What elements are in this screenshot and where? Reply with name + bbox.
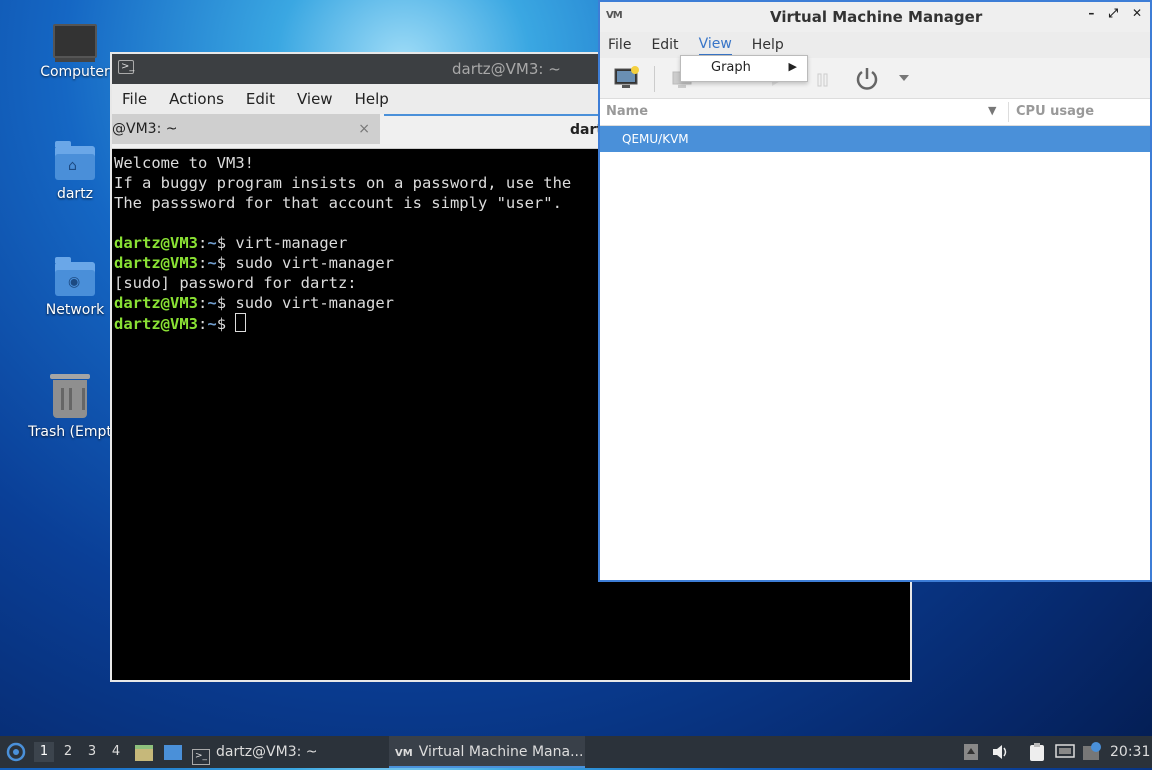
- pause-icon[interactable]: [816, 72, 830, 88]
- prompt-dir: ~: [207, 254, 217, 272]
- tray-expand-up-icon[interactable]: [963, 743, 979, 761]
- workspace-3[interactable]: 3: [82, 742, 102, 762]
- view-menu-dropdown: Graph ▶: [680, 55, 808, 82]
- file-manager-launcher-icon[interactable]: [134, 743, 154, 763]
- vmm-menu-view[interactable]: View: [698, 34, 732, 56]
- vmm-title: Virtual Machine Manager: [770, 8, 983, 26]
- prompt-dir: ~: [207, 315, 217, 333]
- window-controls: – ⤢ ✕: [1088, 6, 1142, 21]
- task-virt-manager[interactable]: VM Virtual Machine Mana...: [389, 736, 585, 768]
- desktop-icon-label: dartz: [56, 186, 94, 202]
- prompt-sep: :: [198, 234, 208, 252]
- menu-actions[interactable]: Actions: [169, 90, 224, 108]
- clipboard-icon[interactable]: [1028, 742, 1046, 762]
- workspace-1[interactable]: 1: [34, 742, 54, 762]
- task-terminal[interactable]: >_ dartz@VM3: ~: [192, 736, 382, 768]
- sort-chevron-down-icon[interactable]: ▼: [988, 104, 996, 117]
- desktop-icon-label: Computer: [40, 64, 110, 80]
- notification-icon[interactable]: [1082, 742, 1102, 762]
- prompt-user: dartz@VM3: [114, 234, 198, 252]
- prompt-user: dartz@VM3: [114, 254, 198, 272]
- command-text: sudo virt-manager: [235, 254, 394, 272]
- prompt-end: $: [216, 315, 236, 333]
- terminal-title: dartz@VM3: ~: [452, 60, 561, 78]
- command-text: virt-manager: [235, 234, 348, 252]
- vmm-logo-icon: VM: [606, 10, 623, 21]
- task-label: dartz@VM3: ~: [216, 744, 318, 760]
- clock[interactable]: 20:31: [1110, 736, 1150, 768]
- column-cpu-header[interactable]: CPU usage: [1016, 104, 1094, 119]
- prompt-sep: :: [198, 315, 208, 333]
- volume-icon[interactable]: [992, 744, 1010, 760]
- prompt-end: $: [216, 234, 236, 252]
- vmm-titlebar[interactable]: VM Virtual Machine Manager – ⤢ ✕: [600, 2, 1150, 32]
- desktop-icon-label: Trash (Empt: [28, 424, 112, 440]
- menu-edit[interactable]: Edit: [246, 90, 275, 108]
- column-divider: [1008, 102, 1009, 122]
- desktop-icon-label: Network: [45, 302, 105, 318]
- desktop-icon-trash[interactable]: Trash (Empt: [20, 374, 120, 440]
- prompt-sep: :: [198, 254, 208, 272]
- column-name-header[interactable]: Name: [606, 104, 648, 119]
- taskbar: 1 2 3 4 >_ dartz@VM3: ~ VM Virtual Machine…: [0, 736, 1152, 768]
- terminal-task-icon: >_: [192, 749, 210, 765]
- terminal-icon: >_: [118, 60, 134, 74]
- tab-close-icon[interactable]: ×: [358, 114, 370, 144]
- submenu-arrow-icon: ▶: [788, 60, 797, 73]
- prompt-user: dartz@VM3: [114, 294, 198, 312]
- menu-item-graph[interactable]: Graph: [711, 60, 751, 75]
- workspace-4[interactable]: 4: [106, 742, 126, 762]
- power-menu-chevron-down-icon[interactable]: [898, 74, 910, 82]
- minimize-icon[interactable]: –: [1088, 6, 1094, 21]
- network-status-icon[interactable]: [1055, 743, 1075, 761]
- command-text: sudo virt-manager: [235, 294, 394, 312]
- vmm-menu-help[interactable]: Help: [752, 35, 784, 55]
- home-folder-icon: ⌂: [55, 141, 95, 180]
- app-menu-icon[interactable]: [5, 742, 27, 762]
- new-vm-icon[interactable]: [614, 66, 640, 90]
- prompt-dir: ~: [207, 234, 217, 252]
- show-desktop-icon[interactable]: [163, 744, 183, 762]
- vm-list-header: Name ▼ CPU usage: [600, 99, 1150, 126]
- close-icon[interactable]: ✕: [1132, 6, 1142, 21]
- prompt-sep: :: [198, 294, 208, 312]
- virt-manager-window[interactable]: VM Virtual Machine Manager – ⤢ ✕ File Ed…: [598, 0, 1152, 582]
- task-label: Virtual Machine Mana...: [418, 744, 584, 760]
- power-icon[interactable]: [854, 66, 880, 92]
- vmm-task-icon: VM: [395, 748, 413, 759]
- trash-icon: [50, 374, 90, 418]
- tab-label: @VM3: ~: [112, 121, 178, 137]
- prompt-dir: ~: [207, 294, 217, 312]
- toolbar-separator: [654, 66, 655, 92]
- network-folder-icon: ◉: [55, 257, 95, 296]
- prompt-end: $: [216, 254, 236, 272]
- vmm-menu-file[interactable]: File: [608, 35, 631, 55]
- connection-row[interactable]: QEMU/KVM: [600, 126, 1150, 152]
- menu-help[interactable]: Help: [355, 90, 389, 108]
- prompt-user: dartz@VM3: [114, 315, 198, 333]
- menu-file[interactable]: File: [122, 90, 147, 108]
- maximize-icon[interactable]: ⤢: [1108, 6, 1118, 21]
- terminal-tab-1[interactable]: @VM3: ~ ×: [112, 114, 380, 144]
- computer-icon: [53, 24, 97, 58]
- text-cursor: [235, 313, 247, 332]
- workspace-2[interactable]: 2: [58, 742, 78, 762]
- menu-view[interactable]: View: [297, 90, 333, 108]
- prompt-end: $: [216, 294, 236, 312]
- vmm-menu-edit[interactable]: Edit: [651, 35, 678, 55]
